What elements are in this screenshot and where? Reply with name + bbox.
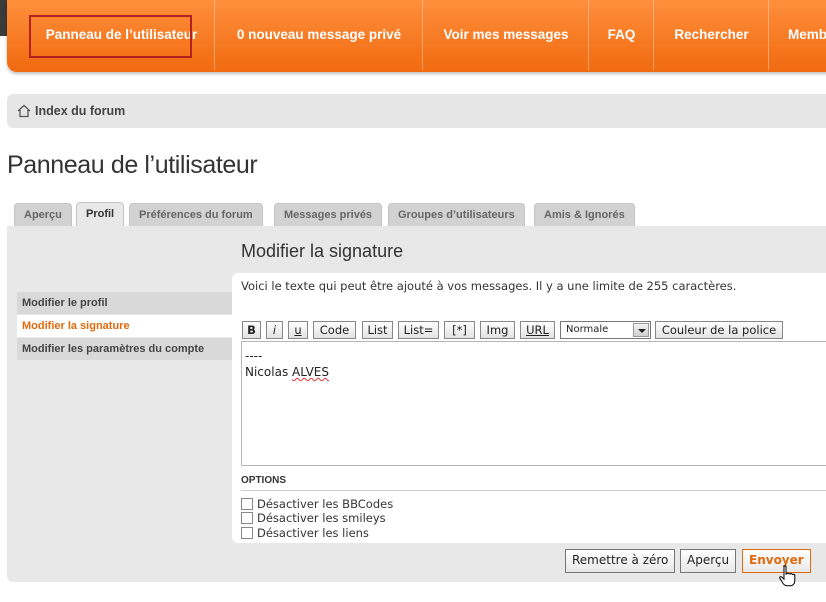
tab-user-groups[interactable]: Groupes d’utilisateurs	[388, 203, 525, 226]
underline-button[interactable]: u	[288, 321, 308, 339]
nav-search[interactable]: Rechercher	[655, 0, 769, 70]
signature-line-1: ----	[245, 349, 263, 363]
chevron-down-icon	[633, 323, 649, 337]
tab-friends-foes[interactable]: Amis & Ignorés	[534, 203, 635, 226]
section-title: Modifier la signature	[241, 241, 404, 261]
option-disable-links: Désactiver les liens	[241, 526, 369, 540]
breadcrumb-forum-index[interactable]: Index du forum	[35, 104, 125, 118]
checkbox-disable-smileys[interactable]	[241, 512, 253, 524]
page-title: Panneau de l’utilisateur	[7, 151, 258, 179]
header-dark-strip	[0, 0, 7, 36]
italic-button[interactable]: i	[266, 321, 283, 339]
image-button[interactable]: Img	[480, 321, 515, 339]
signature-textarea[interactable]: ---- Nicolas ALVES	[241, 341, 826, 466]
bold-button[interactable]: B	[242, 321, 261, 339]
url-button[interactable]: URL	[520, 321, 555, 339]
option-disable-smileys: Désactiver les smileys	[241, 511, 386, 525]
top-navbar: Panneau de l’utilisateur 0 nouveau messa…	[7, 0, 826, 72]
explain-text: Voici le texte qui peut être ajouté à vo…	[241, 279, 737, 293]
checkbox-disable-bbcode[interactable]	[241, 498, 253, 510]
tab-private-messages[interactable]: Messages privés	[274, 203, 383, 226]
signature-last-name: ALVES	[292, 365, 329, 379]
nav-members[interactable]: Memb	[770, 0, 826, 70]
ordered-list-button[interactable]: List=	[398, 321, 439, 339]
signature-first-name: Nicolas	[245, 365, 293, 379]
option-label: Désactiver les smileys	[257, 511, 386, 525]
nav-view-my-posts[interactable]: Voir mes messages	[424, 0, 589, 70]
side-menu: Modifier le profil Modifier la signature…	[17, 292, 233, 361]
option-disable-bbcode: Désactiver les BBCodes	[241, 497, 393, 511]
signature-line-2: Nicolas ALVES	[245, 364, 826, 380]
option-label: Désactiver les liens	[257, 526, 369, 540]
side-item-edit-signature[interactable]: Modifier la signature	[17, 315, 233, 337]
checkbox-disable-links[interactable]	[241, 527, 253, 539]
font-color-button[interactable]: Couleur de la police	[655, 321, 783, 339]
nav-user-panel[interactable]: Panneau de l’utilisateur	[29, 0, 215, 70]
reset-button[interactable]: Remettre à zéro	[565, 549, 676, 573]
side-item-account-settings[interactable]: Modifier les paramètres du compte	[17, 338, 233, 360]
home-icon	[17, 104, 31, 118]
font-size-selected: Normale	[566, 324, 609, 335]
font-size-select[interactable]: Normale	[560, 321, 651, 339]
submit-button[interactable]: Envoyer	[742, 549, 811, 573]
option-label: Désactiver les BBCodes	[257, 497, 394, 511]
tab-profile[interactable]: Profil	[76, 202, 125, 226]
nav-private-messages[interactable]: 0 nouveau message privé	[216, 0, 423, 70]
tab-forum-preferences[interactable]: Préférences du forum	[129, 203, 263, 226]
preview-button[interactable]: Aperçu	[680, 549, 737, 573]
code-button[interactable]: Code	[313, 321, 356, 339]
nav-faq[interactable]: FAQ	[590, 0, 654, 70]
options-heading: OPTIONS	[241, 475, 287, 486]
list-item-button[interactable]: [*]	[444, 321, 475, 339]
breadcrumb: Index du forum	[7, 94, 826, 128]
tab-overview[interactable]: Aperçu	[14, 203, 72, 226]
options-divider	[241, 490, 826, 491]
side-item-edit-profile[interactable]: Modifier le profil	[17, 292, 233, 314]
list-button[interactable]: List	[362, 321, 393, 339]
